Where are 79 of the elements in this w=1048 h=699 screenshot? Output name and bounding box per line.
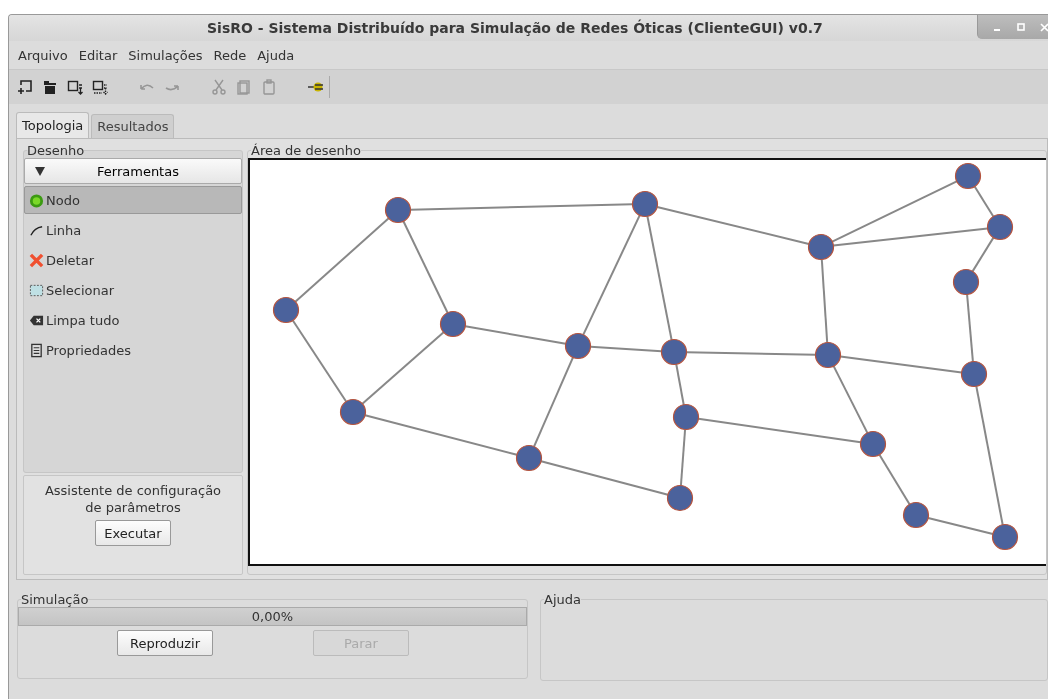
triangle-icon — [35, 166, 45, 176]
group-title: Desenho — [27, 143, 85, 158]
link-line[interactable] — [409, 203, 634, 211]
link-line[interactable] — [402, 220, 449, 314]
menu-item[interactable]: Arquivo — [18, 47, 68, 63]
save-icon[interactable] — [67, 78, 84, 96]
tool-item[interactable]: Deletar — [24, 246, 242, 274]
network-node[interactable] — [564, 332, 592, 360]
link-line[interactable] — [656, 205, 810, 246]
link-line[interactable] — [927, 517, 994, 535]
network-node[interactable] — [814, 341, 842, 369]
link-line[interactable] — [582, 214, 641, 336]
link-line[interactable] — [540, 460, 669, 496]
network-node[interactable] — [666, 484, 694, 512]
network-node[interactable] — [439, 310, 467, 338]
link-line[interactable] — [294, 217, 390, 303]
tool-item[interactable]: Propriedades — [24, 336, 242, 364]
drawing-canvas[interactable] — [248, 158, 1046, 566]
network-node[interactable] — [631, 190, 659, 218]
link-line[interactable] — [697, 417, 862, 444]
link-line[interactable] — [533, 356, 574, 448]
group-title: Simulação — [21, 592, 89, 607]
network-node[interactable] — [672, 403, 700, 431]
network-node[interactable] — [272, 296, 300, 324]
group-title: Ajuda — [544, 592, 581, 607]
network-node[interactable] — [660, 338, 688, 366]
link-line[interactable] — [589, 345, 663, 353]
network-node[interactable] — [954, 162, 982, 190]
network-node[interactable] — [986, 213, 1014, 241]
link-line[interactable] — [291, 319, 348, 403]
folder-icon[interactable] — [42, 78, 59, 96]
group-title: Área de desenho — [251, 143, 361, 158]
link-line[interactable] — [839, 355, 963, 374]
window-title: SisRO - Sistema Distribuído para Simulação de Redes Óticas (ClienteGUI) v0.7 — [207, 20, 823, 36]
dashed-square-icon — [29, 282, 44, 298]
link-line[interactable] — [878, 453, 911, 506]
network-node[interactable] — [859, 430, 887, 458]
menu-item[interactable]: Rede — [213, 47, 247, 63]
menu-item[interactable]: Ajuda — [257, 47, 295, 63]
tools-header-button[interactable]: Ferramentas — [24, 158, 242, 184]
tool-item[interactable]: Nodo — [24, 186, 242, 214]
cross-icon — [29, 252, 44, 268]
play-button[interactable]: Reproduzir — [117, 630, 213, 656]
link-line[interactable] — [685, 351, 817, 356]
document-icon — [29, 342, 44, 358]
network-node[interactable] — [384, 196, 412, 224]
network-node[interactable] — [807, 233, 835, 261]
link-line[interactable] — [464, 325, 567, 345]
network-node[interactable] — [339, 398, 367, 426]
link-line[interactable] — [675, 363, 685, 406]
run-button[interactable]: Executar — [95, 520, 171, 546]
network-node[interactable] — [952, 268, 980, 296]
network-node[interactable] — [960, 360, 988, 388]
network-node[interactable] — [515, 444, 543, 472]
network-node[interactable] — [902, 501, 930, 529]
link-line[interactable] — [820, 258, 829, 344]
link-line[interactable] — [832, 365, 869, 434]
link-line[interactable] — [966, 293, 974, 363]
link-line[interactable] — [646, 215, 673, 341]
tool-item[interactable]: Linha — [24, 216, 242, 244]
link-line[interactable] — [971, 236, 995, 273]
save-as-icon[interactable] — [92, 78, 109, 96]
network-node[interactable] — [991, 523, 1019, 551]
link-line[interactable] — [364, 414, 518, 456]
link-line[interactable] — [831, 180, 958, 243]
link-line[interactable] — [973, 185, 995, 218]
new-window-icon[interactable] — [17, 78, 34, 96]
tab[interactable]: Resultados — [91, 114, 175, 138]
link-line[interactable] — [832, 227, 989, 247]
link-line[interactable] — [679, 428, 687, 487]
tool-item[interactable]: Selecionar — [24, 276, 242, 304]
link-line[interactable] — [361, 331, 445, 405]
menu-item[interactable]: Simulações — [128, 47, 203, 63]
menu-item[interactable]: Editar — [78, 47, 118, 63]
ball-icon — [29, 192, 44, 208]
link-line[interactable] — [975, 385, 1004, 526]
wizard-text: Assistente de configuração de parâmetros — [43, 482, 223, 516]
tab[interactable]: Topologia — [16, 112, 90, 138]
tool-item[interactable]: Limpa tudo — [24, 306, 242, 334]
